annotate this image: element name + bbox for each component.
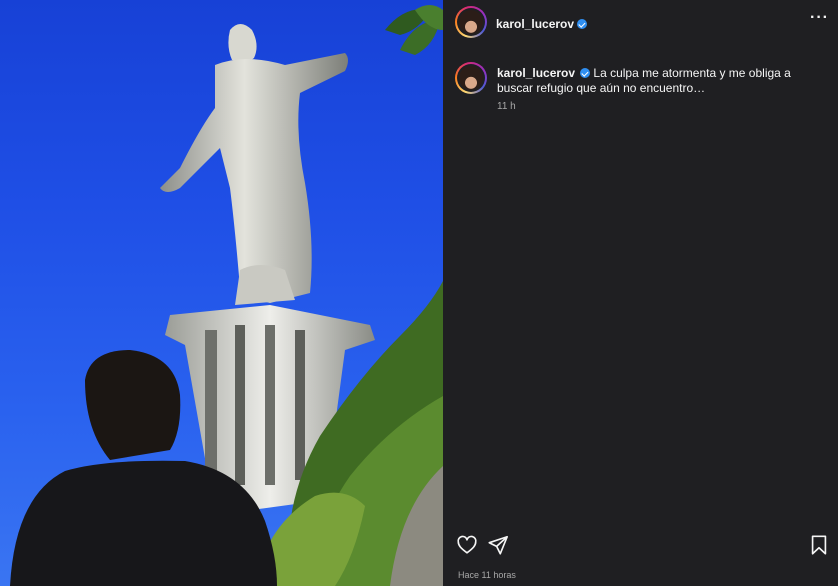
author-username[interactable]: karol_lucerov (496, 17, 574, 31)
verified-badge-icon (580, 68, 591, 78)
heart-icon[interactable] (456, 534, 478, 556)
statue-photo-illustration (10, 5, 443, 586)
author-name-row: karol_lucerov (496, 15, 588, 33)
caption-timestamp[interactable]: 11 h (497, 101, 516, 112)
statue (160, 24, 348, 305)
post-photo[interactable] (0, 0, 443, 586)
verified-badge-icon (577, 19, 588, 29)
post-date[interactable]: Hace 11 horas (458, 570, 516, 580)
leaves-top (385, 5, 443, 55)
more-options-icon[interactable]: ··· (810, 10, 828, 30)
post-details-panel: karol_lucerov ··· karol_lucerov La culpa… (443, 0, 838, 586)
caption-avatar[interactable] (455, 62, 487, 94)
action-bar (443, 530, 838, 560)
author-avatar[interactable] (455, 6, 487, 38)
paper-plane-icon[interactable] (487, 534, 509, 556)
caption-username[interactable]: karol_lucerov (497, 66, 575, 80)
post-header: karol_lucerov ··· (443, 0, 838, 44)
bookmark-icon[interactable] (808, 534, 830, 556)
caption-text: karol_lucerov La culpa me atormenta y me… (497, 66, 817, 96)
